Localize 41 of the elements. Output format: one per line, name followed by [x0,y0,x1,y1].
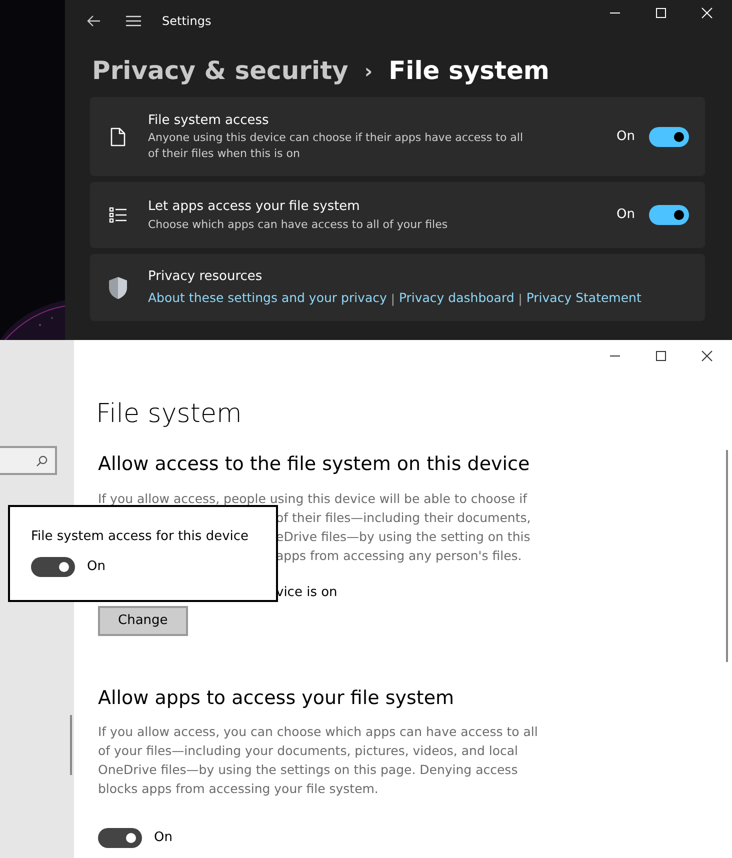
link[interactable]: Privacy dashboard [398,289,514,308]
toggle-state-label: On [87,558,106,576]
link[interactable]: Privacy Statement [526,289,642,308]
card-title: Privacy resources [148,268,264,286]
close-icon [701,350,713,362]
toggle-switch[interactable] [98,828,142,848]
description-line: eDrive files—by using the setting on this [276,528,532,546]
link-separator: | [390,290,395,308]
close-icon [701,7,713,19]
toggle-switch[interactable] [649,205,689,225]
search-icon [36,455,48,467]
description-text: If you allow access, you can choose which apps can have access to all of your files—including your documents, pictures, videos, and local OneDrive files—by using the settings on this page. Denying access blocks apps from accessing your file system. [98,723,539,798]
link[interactable]: About these settings and your privacy [148,289,387,308]
page-title: File system [96,398,242,431]
toggle-switch[interactable] [649,126,689,146]
page-title: File system [388,55,550,88]
section-heading: Allow apps to access your file system [98,686,456,710]
back-arrow-icon [87,15,101,27]
maximize-icon [655,7,667,19]
shield-icon [107,276,129,300]
description-line: If you allow access, people using this device will be able to choose if [98,490,528,508]
breadcrumb-separator: › [364,58,373,85]
search-field[interactable] [0,446,57,475]
card-title: File system access [148,112,270,130]
card-description: Choose which apps can have access to all of your files [148,216,448,233]
window-title: Settings [162,13,212,30]
menu-icon [126,15,140,27]
toggle-state-label: On [616,206,635,224]
list-icon [107,207,129,223]
maximize-icon [655,350,667,362]
link-separator: | [518,290,522,308]
card-title: Let apps access your file system [148,198,361,216]
toggle-state-label: On [154,829,172,848]
toggle-switch[interactable] [31,556,75,576]
description-line: apps from accessing any person's files. [276,546,523,564]
toggle-state-label: On [616,128,635,146]
section-heading: Allow access to the file system on this device [98,452,531,477]
breadcrumb-parent[interactable]: Privacy & security [92,52,348,90]
popup-title: File system access for this device [31,528,250,546]
change-button[interactable]: Change [98,606,188,636]
card-description: Anyone using this device can choose if their apps have access to all of their files when this is on [148,130,524,162]
